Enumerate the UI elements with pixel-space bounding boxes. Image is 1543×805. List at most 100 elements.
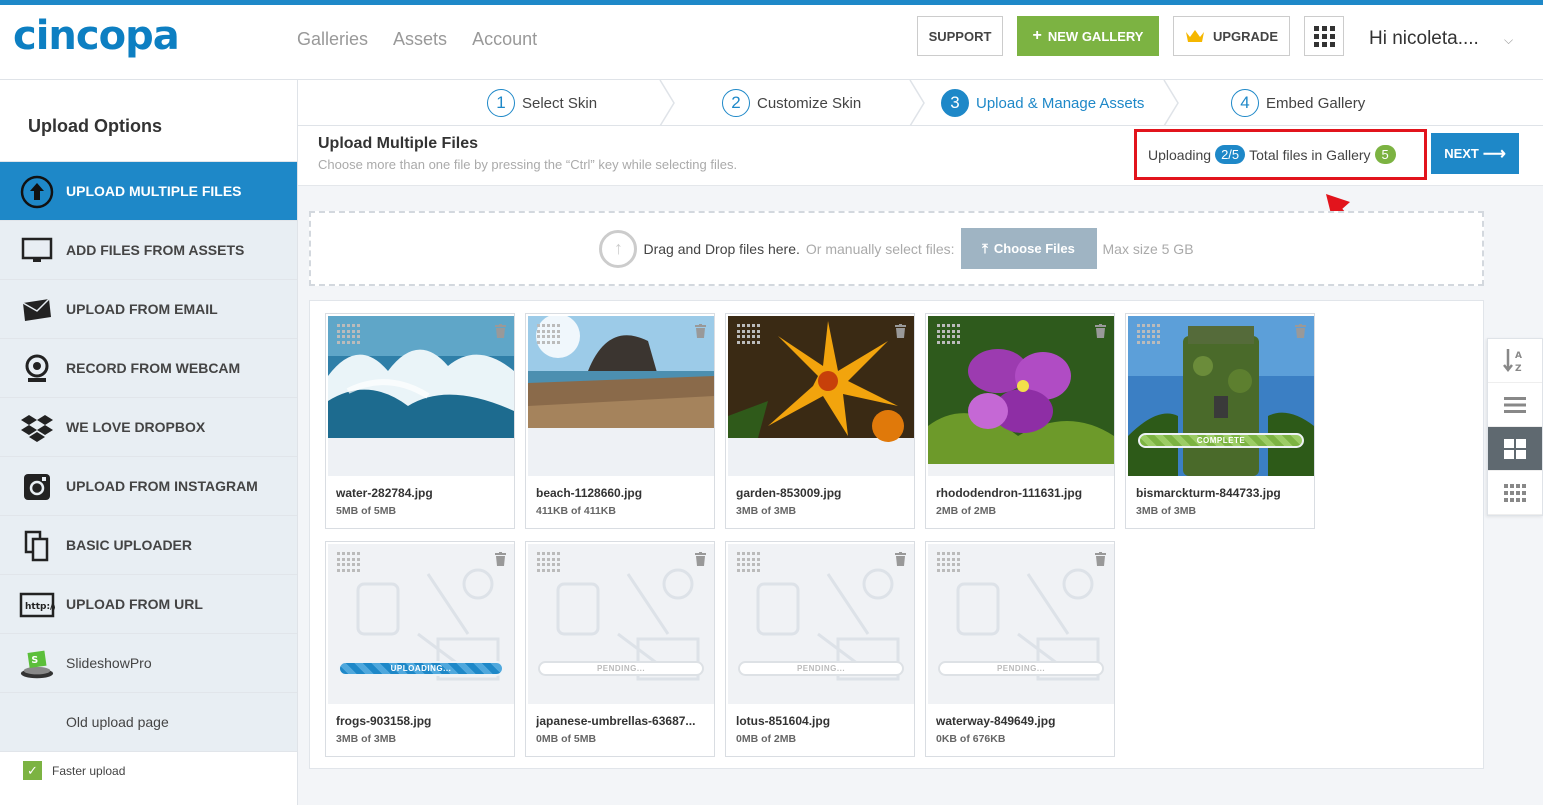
trash-icon[interactable] [895, 324, 906, 338]
sort-az-icon[interactable]: AZ [1488, 339, 1542, 383]
drag-handle-icon[interactable] [937, 552, 963, 572]
next-button[interactable]: NEXT ⟶ [1431, 133, 1519, 174]
sidebar-item-label: UPLOAD FROM EMAIL [66, 301, 218, 317]
cincopa-logo[interactable]: cincopa [13, 13, 180, 59]
drag-handle-icon[interactable] [737, 552, 763, 572]
drag-handle-icon[interactable] [337, 552, 363, 572]
upgrade-button[interactable]: UPGRADE [1173, 16, 1290, 56]
new-gallery-label: NEW GALLERY [1047, 28, 1144, 44]
file-size: 5MB of 5MB [336, 505, 397, 517]
sidebar-item-basic-uploader[interactable]: BASIC UPLOADER [0, 515, 297, 574]
url-icon: http:// [19, 589, 55, 621]
new-gallery-button[interactable]: + NEW GALLERY [1017, 16, 1159, 56]
step-separator-icon [909, 80, 925, 126]
file-size: 2MB of 2MB [936, 505, 997, 517]
drag-handle-icon[interactable] [537, 552, 563, 572]
plus-icon: + [1032, 27, 1042, 44]
file-name: beach-1128660.jpg [536, 486, 643, 500]
file-card[interactable]: UPLOADING... frogs-903158.jpg 3MB of 3MB [325, 541, 515, 757]
file-name: waterway-849649.jpg [936, 714, 1056, 728]
view-toolbar: AZ [1487, 338, 1543, 516]
drop-zone[interactable]: ↑ Drag and Drop files here. Or manually … [309, 211, 1484, 286]
dropzone-or-text: Or manually select files: [805, 240, 955, 257]
user-greeting[interactable]: Hi nicoleta.... [1369, 28, 1479, 50]
support-button[interactable]: SUPPORT [917, 16, 1003, 56]
step-customize-skin[interactable]: 2 Customize Skin [722, 80, 861, 126]
drag-handle-icon[interactable] [537, 324, 563, 344]
file-size: 3MB of 3MB [1136, 505, 1197, 517]
trash-icon[interactable] [695, 324, 706, 338]
file-thumbnail [728, 316, 914, 476]
drag-handle-icon[interactable] [937, 324, 963, 344]
drag-handle-icon[interactable] [737, 324, 763, 344]
file-card[interactable]: beach-1128660.jpg 411KB of 411KB [525, 313, 715, 529]
sidebar-item-email[interactable]: UPLOAD FROM EMAIL [0, 279, 297, 338]
upload-circle-icon [19, 175, 55, 209]
progress-status: PENDING... [796, 664, 846, 673]
progress-bar: PENDING... [538, 661, 704, 676]
sidebar-item-dropbox[interactable]: WE LOVE DROPBOX [0, 397, 297, 456]
copy-icon [19, 530, 55, 562]
trash-icon[interactable] [495, 324, 506, 338]
file-card[interactable]: water-282784.jpg 5MB of 5MB [325, 313, 515, 529]
choose-files-button[interactable]: ⤒ Choose Files [960, 228, 1097, 269]
trash-icon[interactable] [1095, 552, 1106, 566]
file-name: frogs-903158.jpg [336, 714, 432, 728]
file-card[interactable]: COMPLETE bismarckturm-844733.jpg 3MB of … [1125, 313, 1315, 529]
file-card[interactable]: garden-853009.jpg 3MB of 3MB [725, 313, 915, 529]
sidebar-item-url[interactable]: http:// UPLOAD FROM URL [0, 574, 297, 633]
file-size: 0KB of 676KB [936, 733, 1006, 745]
sidebar-item-label: ADD FILES FROM ASSETS [66, 242, 245, 258]
upgrade-label: UPGRADE [1212, 28, 1278, 44]
sidebar-item-old-upload[interactable]: Old upload page [0, 692, 297, 751]
trash-icon[interactable] [695, 552, 706, 566]
sidebar-item-upload-multiple[interactable]: UPLOAD MULTIPLE FILES [0, 161, 297, 220]
sidebar-item-slideshowpro[interactable]: S SlideshowPro [0, 633, 297, 692]
sidebar-item-assets[interactable]: ADD FILES FROM ASSETS [0, 220, 297, 279]
file-thumbnail: UPLOADING... [328, 544, 514, 704]
sidebar-item-instagram[interactable]: UPLOAD FROM INSTAGRAM [0, 456, 297, 515]
step-label: Customize Skin [757, 94, 862, 112]
step-select-skin[interactable]: 1 Select Skin [487, 80, 597, 126]
grid-view-icon[interactable] [1488, 427, 1542, 471]
file-size: 0MB of 2MB [736, 733, 797, 745]
list-view-icon[interactable] [1488, 383, 1542, 427]
step-upload-manage[interactable]: 3 Upload & Manage Assets [941, 80, 1144, 126]
slideshowpro-icon: S [19, 648, 55, 680]
nav-account[interactable]: Account [472, 29, 537, 50]
chevron-down-icon[interactable]: ⌵ [1504, 33, 1513, 48]
next-label: NEXT [1444, 146, 1479, 161]
main-nav: Galleries Assets Account [297, 29, 537, 50]
file-size: 411KB of 411KB [536, 505, 616, 517]
file-name: bismarckturm-844733.jpg [1136, 486, 1281, 500]
sidebar-item-webcam[interactable]: RECORD FROM WEBCAM [0, 338, 297, 397]
file-name: garden-853009.jpg [736, 486, 842, 500]
uploading-label: Uploading [1148, 146, 1212, 163]
nav-assets[interactable]: Assets [393, 29, 447, 50]
trash-icon[interactable] [495, 552, 506, 566]
file-card[interactable]: rhododendron-111631.jpg 2MB of 2MB [925, 313, 1115, 529]
trash-icon[interactable] [1095, 324, 1106, 338]
crown-icon [1185, 30, 1204, 42]
trash-icon[interactable] [895, 552, 906, 566]
sidebar-divider [0, 751, 297, 752]
nav-galleries[interactable]: Galleries [297, 29, 368, 50]
file-thumbnail: PENDING... [928, 544, 1114, 704]
wizard-steps: 1 Select Skin 2 Customize Skin 3 Upload & M… [298, 80, 1543, 126]
drag-handle-icon[interactable] [1137, 324, 1163, 344]
file-card[interactable]: PENDING... japanese-umbrellas-63687... 0… [525, 541, 715, 757]
file-card[interactable]: PENDING... lotus-851604.jpg 0MB of 2MB [725, 541, 915, 757]
checkbox-checked-icon[interactable]: ✓ [23, 761, 42, 780]
file-thumbnail [528, 316, 714, 476]
upload-status-box: Uploading 2/5 Total files in Gallery 5 [1134, 129, 1427, 180]
sidebar-item-label: RECORD FROM WEBCAM [66, 360, 241, 376]
faster-upload-option[interactable]: ✓ Faster upload [23, 761, 125, 780]
trash-icon[interactable] [1295, 324, 1306, 338]
step-separator-icon [1163, 80, 1179, 126]
apps-grid-button[interactable] [1304, 16, 1344, 56]
file-card[interactable]: PENDING... waterway-849649.jpg 0KB of 67… [925, 541, 1115, 757]
step-embed-gallery[interactable]: 4 Embed Gallery [1231, 80, 1365, 126]
step-number: 4 [1231, 89, 1259, 117]
small-grid-icon[interactable] [1488, 471, 1542, 515]
drag-handle-icon[interactable] [337, 324, 363, 344]
